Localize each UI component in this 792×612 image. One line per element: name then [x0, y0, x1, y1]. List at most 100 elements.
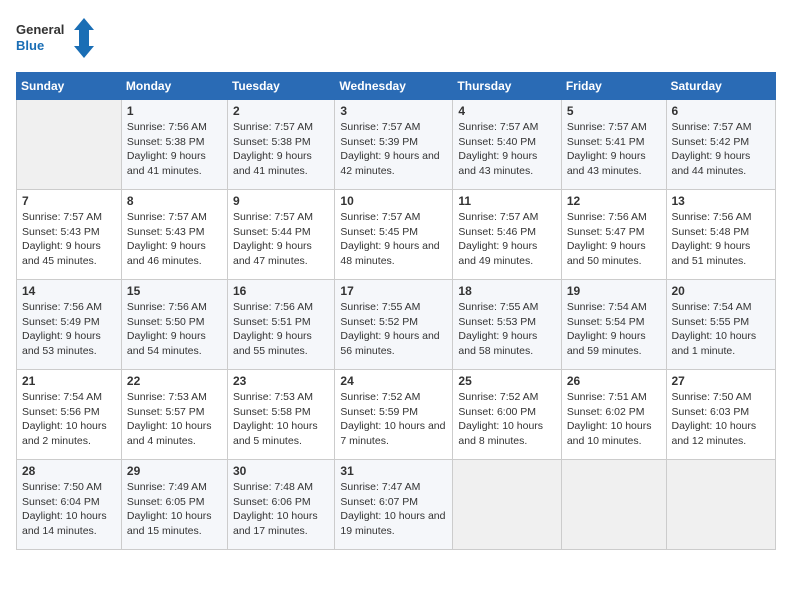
day-number: 6 [672, 104, 771, 118]
calendar-cell: 13 Sunrise: 7:56 AMSunset: 5:48 PMDaylig… [666, 190, 776, 280]
day-number: 28 [22, 464, 116, 478]
calendar-cell: 24 Sunrise: 7:52 AMSunset: 5:59 PMDaylig… [335, 370, 453, 460]
calendar-cell: 9 Sunrise: 7:57 AMSunset: 5:44 PMDayligh… [227, 190, 334, 280]
calendar-cell: 17 Sunrise: 7:55 AMSunset: 5:52 PMDaylig… [335, 280, 453, 370]
calendar-cell: 30 Sunrise: 7:48 AMSunset: 6:06 PMDaylig… [227, 460, 334, 550]
calendar-cell [453, 460, 561, 550]
day-number: 12 [567, 194, 661, 208]
calendar-cell: 29 Sunrise: 7:49 AMSunset: 6:05 PMDaylig… [121, 460, 227, 550]
calendar-cell: 22 Sunrise: 7:53 AMSunset: 5:57 PMDaylig… [121, 370, 227, 460]
day-info: Sunrise: 7:52 AMSunset: 6:00 PMDaylight:… [458, 390, 555, 449]
day-number: 14 [22, 284, 116, 298]
day-info: Sunrise: 7:54 AMSunset: 5:54 PMDaylight:… [567, 300, 661, 359]
day-info: Sunrise: 7:56 AMSunset: 5:48 PMDaylight:… [672, 210, 771, 269]
calendar-cell: 23 Sunrise: 7:53 AMSunset: 5:58 PMDaylig… [227, 370, 334, 460]
calendar-cell: 5 Sunrise: 7:57 AMSunset: 5:41 PMDayligh… [561, 100, 666, 190]
day-info: Sunrise: 7:54 AMSunset: 5:55 PMDaylight:… [672, 300, 771, 359]
day-info: Sunrise: 7:57 AMSunset: 5:45 PMDaylight:… [340, 210, 447, 269]
day-number: 8 [127, 194, 222, 208]
col-header-saturday: Saturday [666, 73, 776, 100]
day-number: 9 [233, 194, 329, 208]
day-number: 23 [233, 374, 329, 388]
day-number: 21 [22, 374, 116, 388]
day-number: 1 [127, 104, 222, 118]
day-info: Sunrise: 7:49 AMSunset: 6:05 PMDaylight:… [127, 480, 222, 539]
day-number: 10 [340, 194, 447, 208]
day-info: Sunrise: 7:47 AMSunset: 6:07 PMDaylight:… [340, 480, 447, 539]
col-header-sunday: Sunday [17, 73, 122, 100]
calendar-cell: 6 Sunrise: 7:57 AMSunset: 5:42 PMDayligh… [666, 100, 776, 190]
calendar-cell: 16 Sunrise: 7:56 AMSunset: 5:51 PMDaylig… [227, 280, 334, 370]
day-number: 18 [458, 284, 555, 298]
calendar-cell: 15 Sunrise: 7:56 AMSunset: 5:50 PMDaylig… [121, 280, 227, 370]
col-header-thursday: Thursday [453, 73, 561, 100]
calendar-cell: 3 Sunrise: 7:57 AMSunset: 5:39 PMDayligh… [335, 100, 453, 190]
day-info: Sunrise: 7:50 AMSunset: 6:03 PMDaylight:… [672, 390, 771, 449]
col-header-friday: Friday [561, 73, 666, 100]
day-info: Sunrise: 7:55 AMSunset: 5:52 PMDaylight:… [340, 300, 447, 359]
day-info: Sunrise: 7:57 AMSunset: 5:42 PMDaylight:… [672, 120, 771, 179]
logo: General Blue [16, 16, 96, 60]
calendar-cell: 18 Sunrise: 7:55 AMSunset: 5:53 PMDaylig… [453, 280, 561, 370]
day-info: Sunrise: 7:56 AMSunset: 5:50 PMDaylight:… [127, 300, 222, 359]
calendar-cell [17, 100, 122, 190]
day-number: 17 [340, 284, 447, 298]
day-number: 15 [127, 284, 222, 298]
day-info: Sunrise: 7:50 AMSunset: 6:04 PMDaylight:… [22, 480, 116, 539]
calendar-cell: 31 Sunrise: 7:47 AMSunset: 6:07 PMDaylig… [335, 460, 453, 550]
calendar-cell: 26 Sunrise: 7:51 AMSunset: 6:02 PMDaylig… [561, 370, 666, 460]
calendar-cell: 7 Sunrise: 7:57 AMSunset: 5:43 PMDayligh… [17, 190, 122, 280]
day-number: 22 [127, 374, 222, 388]
day-info: Sunrise: 7:48 AMSunset: 6:06 PMDaylight:… [233, 480, 329, 539]
day-info: Sunrise: 7:56 AMSunset: 5:51 PMDaylight:… [233, 300, 329, 359]
svg-text:Blue: Blue [16, 38, 44, 53]
day-number: 11 [458, 194, 555, 208]
col-header-tuesday: Tuesday [227, 73, 334, 100]
day-info: Sunrise: 7:54 AMSunset: 5:56 PMDaylight:… [22, 390, 116, 449]
day-info: Sunrise: 7:51 AMSunset: 6:02 PMDaylight:… [567, 390, 661, 449]
calendar-cell: 28 Sunrise: 7:50 AMSunset: 6:04 PMDaylig… [17, 460, 122, 550]
calendar-cell: 20 Sunrise: 7:54 AMSunset: 5:55 PMDaylig… [666, 280, 776, 370]
day-info: Sunrise: 7:57 AMSunset: 5:41 PMDaylight:… [567, 120, 661, 179]
day-number: 26 [567, 374, 661, 388]
day-number: 2 [233, 104, 329, 118]
day-info: Sunrise: 7:57 AMSunset: 5:44 PMDaylight:… [233, 210, 329, 269]
day-number: 5 [567, 104, 661, 118]
col-header-monday: Monday [121, 73, 227, 100]
page-header: General Blue [16, 16, 776, 60]
day-number: 20 [672, 284, 771, 298]
day-info: Sunrise: 7:52 AMSunset: 5:59 PMDaylight:… [340, 390, 447, 449]
day-number: 31 [340, 464, 447, 478]
day-info: Sunrise: 7:55 AMSunset: 5:53 PMDaylight:… [458, 300, 555, 359]
day-info: Sunrise: 7:53 AMSunset: 5:57 PMDaylight:… [127, 390, 222, 449]
calendar-cell: 2 Sunrise: 7:57 AMSunset: 5:38 PMDayligh… [227, 100, 334, 190]
calendar-cell: 21 Sunrise: 7:54 AMSunset: 5:56 PMDaylig… [17, 370, 122, 460]
day-number: 24 [340, 374, 447, 388]
day-number: 27 [672, 374, 771, 388]
calendar-cell: 10 Sunrise: 7:57 AMSunset: 5:45 PMDaylig… [335, 190, 453, 280]
calendar-cell [666, 460, 776, 550]
calendar-cell: 25 Sunrise: 7:52 AMSunset: 6:00 PMDaylig… [453, 370, 561, 460]
day-info: Sunrise: 7:56 AMSunset: 5:49 PMDaylight:… [22, 300, 116, 359]
day-number: 16 [233, 284, 329, 298]
svg-text:General: General [16, 22, 64, 37]
day-number: 29 [127, 464, 222, 478]
day-info: Sunrise: 7:57 AMSunset: 5:43 PMDaylight:… [22, 210, 116, 269]
day-info: Sunrise: 7:57 AMSunset: 5:43 PMDaylight:… [127, 210, 222, 269]
calendar-cell: 8 Sunrise: 7:57 AMSunset: 5:43 PMDayligh… [121, 190, 227, 280]
calendar-cell: 14 Sunrise: 7:56 AMSunset: 5:49 PMDaylig… [17, 280, 122, 370]
col-header-wednesday: Wednesday [335, 73, 453, 100]
day-info: Sunrise: 7:57 AMSunset: 5:46 PMDaylight:… [458, 210, 555, 269]
calendar-cell: 27 Sunrise: 7:50 AMSunset: 6:03 PMDaylig… [666, 370, 776, 460]
calendar-cell: 4 Sunrise: 7:57 AMSunset: 5:40 PMDayligh… [453, 100, 561, 190]
day-number: 4 [458, 104, 555, 118]
day-info: Sunrise: 7:57 AMSunset: 5:38 PMDaylight:… [233, 120, 329, 179]
day-number: 13 [672, 194, 771, 208]
calendar-cell: 11 Sunrise: 7:57 AMSunset: 5:46 PMDaylig… [453, 190, 561, 280]
day-info: Sunrise: 7:56 AMSunset: 5:47 PMDaylight:… [567, 210, 661, 269]
calendar-cell: 12 Sunrise: 7:56 AMSunset: 5:47 PMDaylig… [561, 190, 666, 280]
calendar-table: SundayMondayTuesdayWednesdayThursdayFrid… [16, 72, 776, 550]
day-number: 3 [340, 104, 447, 118]
day-info: Sunrise: 7:56 AMSunset: 5:38 PMDaylight:… [127, 120, 222, 179]
calendar-cell: 19 Sunrise: 7:54 AMSunset: 5:54 PMDaylig… [561, 280, 666, 370]
